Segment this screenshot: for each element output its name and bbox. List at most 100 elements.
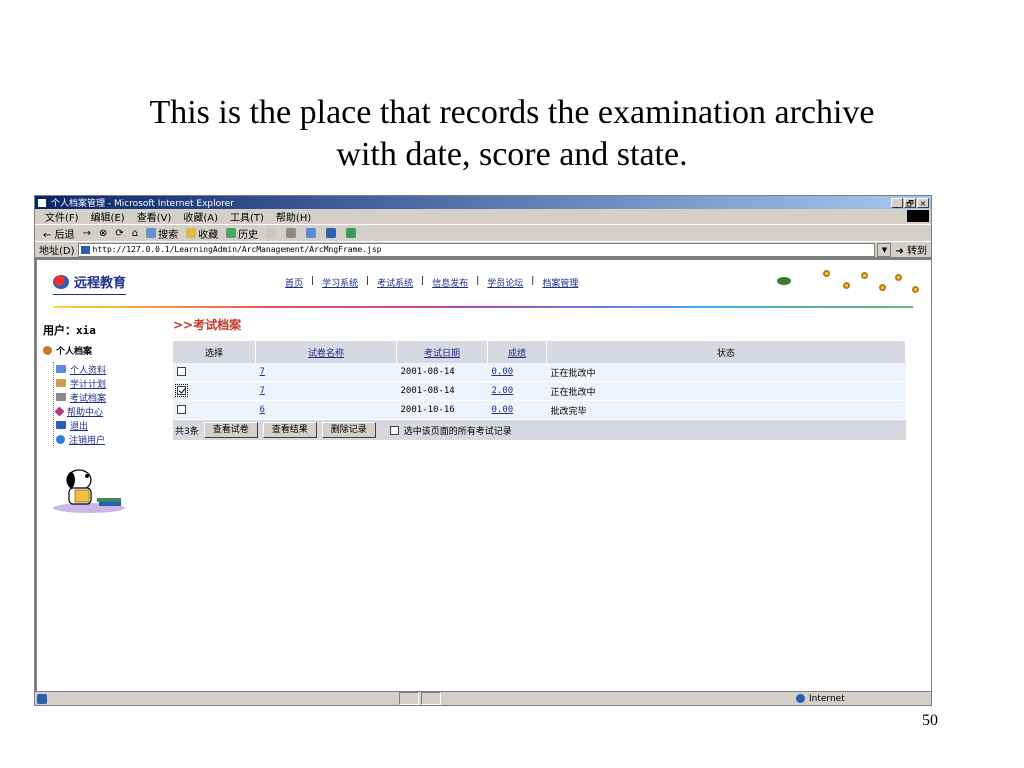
- discuss-icon: [326, 228, 337, 238]
- messenger-button[interactable]: [346, 228, 358, 238]
- folder-open-icon: [56, 379, 66, 387]
- table-actions-bar: 共3条 查看试卷 查看结果 删除记录 选中该页面的所有考试记录: [173, 420, 906, 440]
- sidebar-item-profile[interactable]: 个人资料: [56, 362, 163, 376]
- column-paper-name[interactable]: 试卷名称: [255, 341, 397, 363]
- view-result-button[interactable]: 查看结果: [262, 422, 317, 438]
- print-icon: [286, 228, 297, 238]
- history-button[interactable]: 历史: [226, 226, 258, 241]
- minimize-button[interactable]: _: [891, 197, 903, 208]
- user-name: xia: [76, 324, 96, 337]
- sidebar-item-logout[interactable]: 退出: [56, 418, 163, 432]
- page-icon: [80, 245, 90, 254]
- favorites-button[interactable]: 收藏: [186, 226, 218, 241]
- column-select: 选择: [173, 341, 256, 363]
- menu-tools[interactable]: 工具(T): [230, 209, 264, 224]
- door-icon: [56, 421, 66, 429]
- user-label: 用户：: [43, 324, 76, 337]
- close-button[interactable]: ×: [917, 197, 929, 208]
- slide-title: This is the place that records the exami…: [0, 92, 1024, 176]
- flower-decoration-icon: [843, 282, 850, 289]
- sidebar-item-plan[interactable]: 学计计划: [56, 376, 163, 390]
- row-checkbox[interactable]: [175, 384, 188, 397]
- status-text: 正在批改中: [546, 363, 906, 382]
- column-status: 状态: [546, 341, 906, 363]
- page-content: 远程教育 首页 | 学习系统 | 考试系统 | 信息发布 | 学员论坛 | 档案…: [35, 258, 931, 691]
- column-score[interactable]: 成绩: [487, 341, 547, 363]
- home-button[interactable]: ⌂: [132, 228, 138, 239]
- row-checkbox[interactable]: [177, 367, 186, 376]
- sidebar-item-help[interactable]: 帮助中心: [54, 404, 163, 418]
- nav-archive[interactable]: 档案管理: [542, 276, 578, 289]
- slide-title-line-1: This is the place that records the exami…: [149, 94, 875, 131]
- sidebar-item-label: 考试档案: [70, 393, 107, 404]
- back-button[interactable]: ← 后退: [43, 226, 75, 241]
- main-nav: 首页 | 学习系统 | 考试系统 | 信息发布 | 学员论坛 | 档案管理: [285, 276, 578, 289]
- sidebar-item-deregister[interactable]: 注销用户: [56, 432, 163, 446]
- windows-logo-icon: [907, 210, 929, 222]
- nav-forum[interactable]: 学员论坛: [487, 276, 523, 289]
- menu-edit[interactable]: 编辑(E): [91, 209, 125, 224]
- exam-date: 2001-08-14: [396, 363, 488, 382]
- menu-bar: 文件(F) 编辑(E) 查看(V) 收藏(A) 工具(T) 帮助(H): [35, 209, 931, 225]
- address-bar: 地址(D) http://127.0.0.1/LearningAdmin/Arc…: [35, 242, 931, 258]
- paper-name-link[interactable]: 7: [255, 363, 397, 382]
- menu-file[interactable]: 文件(F): [45, 209, 79, 224]
- edit-button[interactable]: [306, 228, 318, 238]
- favorites-icon: [186, 228, 197, 238]
- nav-exam[interactable]: 考试系统: [377, 276, 413, 289]
- sidebar-item-label: 个人资料: [70, 365, 107, 376]
- stop-button[interactable]: ⊗: [99, 228, 107, 239]
- go-button[interactable]: ➜ 转到: [895, 242, 927, 257]
- mail-button[interactable]: [266, 228, 278, 238]
- nav-info[interactable]: 信息发布: [432, 276, 468, 289]
- forward-button[interactable]: →: [83, 228, 91, 239]
- row-checkbox[interactable]: [177, 405, 186, 414]
- table-header-row: 选择 试卷名称 考试日期 成绩 状态: [173, 341, 906, 363]
- row-select-cell: [173, 381, 256, 401]
- column-exam-date[interactable]: 考试日期: [396, 341, 488, 363]
- mail-icon: [266, 228, 277, 238]
- paper-name-link[interactable]: 7: [255, 381, 397, 401]
- paper-name-link[interactable]: 6: [255, 400, 397, 420]
- site-logo: 远程教育: [53, 272, 127, 295]
- flower-decoration-icon: [879, 284, 886, 291]
- score-link[interactable]: 0.00: [487, 363, 547, 382]
- diamond-icon: [54, 406, 65, 416]
- search-icon: [146, 228, 157, 238]
- site-name: 远程教育: [74, 276, 127, 291]
- row-select-cell: [173, 400, 256, 420]
- address-input[interactable]: http://127.0.0.1/LearningAdmin/ArcManage…: [77, 242, 876, 257]
- sidebar-item-label: 退出: [70, 421, 89, 432]
- logo-icon: [53, 274, 69, 289]
- menu-favorites[interactable]: 收藏(A): [183, 209, 218, 224]
- browser-window: 个人档案管理 - Microsoft Internet Explorer _ 🗗…: [34, 195, 932, 706]
- select-all-option[interactable]: 选中该页面的所有考试记录: [389, 424, 512, 437]
- nav-separator: |: [531, 276, 535, 286]
- menu-view[interactable]: 查看(V): [137, 209, 172, 224]
- zone-label: Internet: [809, 693, 845, 704]
- search-button[interactable]: 搜索: [146, 226, 178, 241]
- site-header: 远程教育 首页 | 学习系统 | 考试系统 | 信息发布 | 学员论坛 | 档案…: [37, 260, 931, 308]
- status-text: 正在批改中: [546, 381, 906, 401]
- select-all-checkbox[interactable]: [389, 425, 399, 435]
- table-row: 7 2001-08-14 0.00 正在批改中: [173, 363, 906, 382]
- score-link[interactable]: 2.00: [487, 381, 547, 401]
- address-dropdown-button[interactable]: ▼: [877, 242, 892, 257]
- restore-button[interactable]: 🗗: [904, 197, 916, 208]
- nav-separator: |: [366, 276, 370, 286]
- flower-decoration-icon: [823, 270, 830, 277]
- sidebar-item-exam-archive[interactable]: 考试档案: [56, 390, 163, 404]
- discuss-button[interactable]: [326, 228, 338, 238]
- score-link[interactable]: 0.00: [487, 400, 547, 420]
- print-button[interactable]: [286, 228, 298, 238]
- delete-record-button[interactable]: 删除记录: [321, 422, 376, 438]
- menu-help[interactable]: 帮助(H): [276, 209, 311, 224]
- nav-study[interactable]: 学习系统: [322, 276, 358, 289]
- page-number: 50: [922, 712, 938, 729]
- select-all-label: 选中该页面的所有考试记录: [403, 426, 512, 437]
- folder-icon: [56, 365, 66, 373]
- ie-app-icon: [37, 197, 47, 208]
- view-paper-button[interactable]: 查看试卷: [203, 422, 258, 438]
- nav-home[interactable]: 首页: [285, 276, 303, 289]
- refresh-button[interactable]: ⟳: [115, 228, 123, 239]
